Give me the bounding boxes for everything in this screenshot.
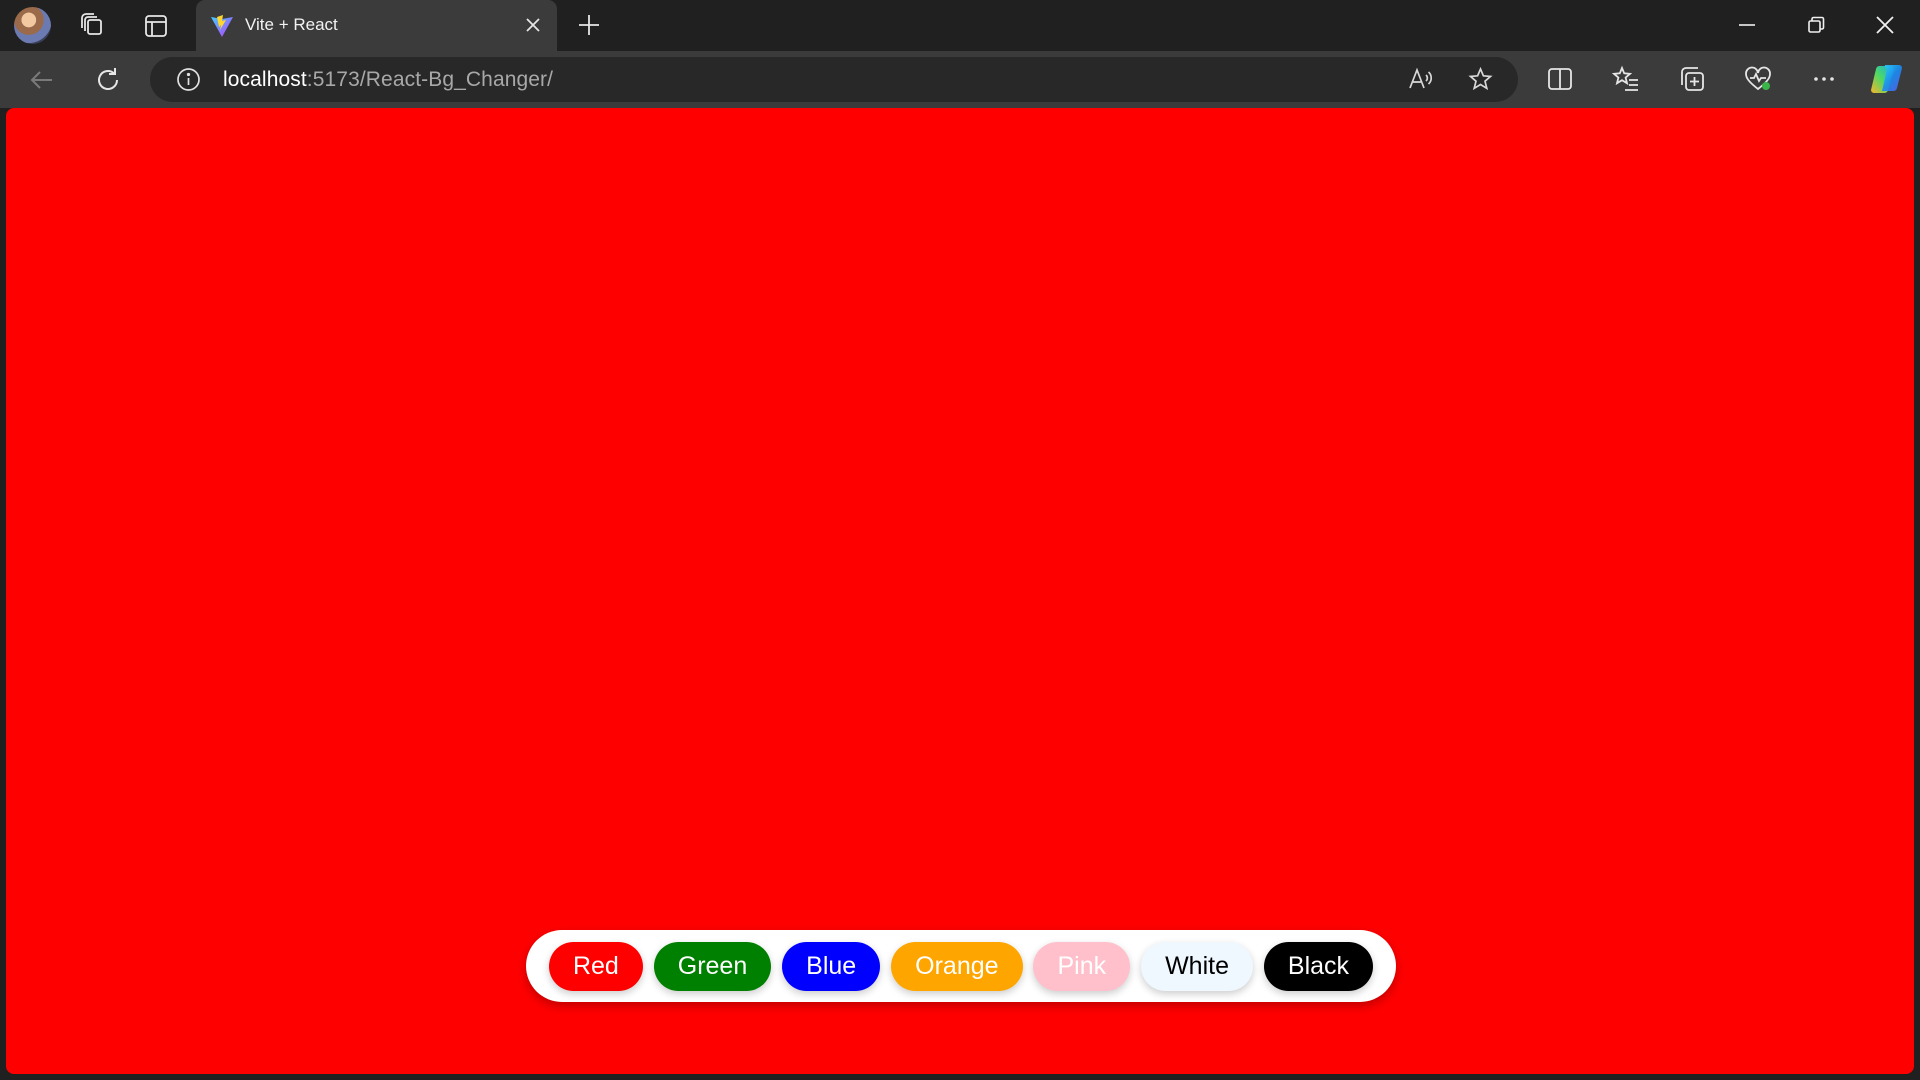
orange-button[interactable]: Orange [891,941,1023,991]
minimize-icon[interactable] [1734,12,1760,38]
browser-essentials-icon[interactable] [1743,64,1773,94]
green-button[interactable]: Green [653,941,772,991]
more-icon[interactable] [1809,64,1839,94]
black-button[interactable]: Black [1263,941,1374,991]
tab-active[interactable]: Vite + React [196,0,557,51]
restore-icon[interactable] [1803,12,1829,38]
color-button-bar: Red Green Blue Orange Pink White Black [526,930,1396,1002]
vite-logo-icon [211,15,233,37]
url-path: :5173/React-Bg_Changer/ [306,68,554,91]
profile-avatar[interactable] [14,7,51,44]
favorite-star-icon[interactable] [1467,66,1494,93]
refresh-icon[interactable] [93,65,123,95]
white-button[interactable]: White [1141,941,1253,991]
split-screen-icon[interactable] [1545,64,1575,94]
tab-actions-icon[interactable] [142,12,170,40]
tab-title: Vite + React [245,15,338,34]
favorites-icon[interactable] [1611,64,1641,94]
address-bar[interactable]: localhost:5173/React-Bg_Changer/ [150,57,1518,102]
red-button[interactable]: Red [548,941,643,991]
url-text[interactable]: localhost:5173/React-Bg_Changer/ [223,68,553,92]
page-background: Red Green Blue Orange Pink White Black [6,108,1914,1074]
close-window-icon[interactable] [1872,12,1898,38]
collections-icon[interactable] [1677,64,1707,94]
back-icon[interactable] [27,65,57,95]
pink-button[interactable]: Pink [1033,941,1131,991]
copilot-icon[interactable] [1869,62,1905,96]
read-aloud-icon[interactable] [1407,66,1434,93]
title-bar: Vite + React [0,0,1920,51]
info-icon[interactable] [176,67,201,92]
url-host: localhost [223,68,307,91]
blue-button[interactable]: Blue [782,941,881,991]
workspaces-icon[interactable] [79,12,107,40]
close-tab-icon[interactable] [523,15,543,35]
new-tab-icon[interactable] [576,12,602,38]
